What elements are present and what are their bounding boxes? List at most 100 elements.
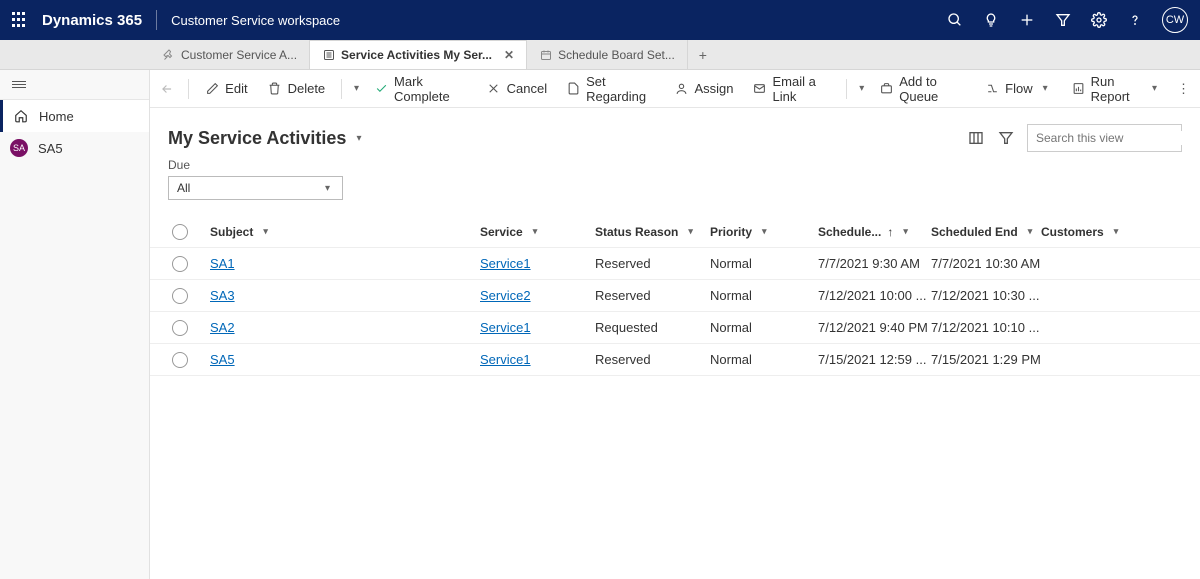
start-cell: 7/7/2021 9:30 AM — [818, 256, 931, 271]
sidebar-item-label: SA5 — [38, 141, 63, 156]
table-row[interactable]: SA1 Service1 ReservedNormal7/7/2021 9:30 A… — [150, 248, 1200, 280]
mark-complete-button[interactable]: Mark Complete — [367, 70, 475, 107]
subject-link[interactable]: SA3 — [210, 288, 235, 303]
subject-link[interactable]: SA5 — [210, 352, 235, 367]
separator — [341, 79, 342, 99]
assign-button[interactable]: Assign — [666, 70, 741, 107]
chevron-down-icon: ▾ — [758, 226, 771, 237]
start-cell: 7/12/2021 10:00 ... — [818, 288, 931, 303]
cmd-label: Delete — [288, 81, 326, 96]
table-row[interactable]: SA3 Service2 ReservedNormal7/12/2021 10:00… — [150, 280, 1200, 312]
cmd-label: Add to Queue — [899, 74, 965, 104]
row-checkbox[interactable] — [172, 256, 188, 272]
table-row[interactable]: SA2Service1RequestedNormal7/12/2021 9:40… — [150, 312, 1200, 344]
status-cell: Reserved — [595, 352, 710, 367]
tab-label: Service Activities My Ser... — [341, 48, 492, 62]
priority-cell: Normal — [710, 256, 818, 271]
chevron-down-icon: ▾ — [1039, 83, 1052, 94]
pencil-icon — [205, 82, 219, 96]
column-header-customers[interactable]: Customers▾ — [1041, 225, 1190, 239]
plus-icon[interactable] — [1018, 11, 1036, 29]
chevron-down-icon[interactable]: ▾ — [855, 83, 868, 94]
email-link-button[interactable]: Email a Link — [745, 70, 838, 107]
priority-cell: Normal — [710, 288, 818, 303]
select-all-checkbox[interactable] — [172, 224, 188, 240]
column-header-service[interactable]: Service▾ — [480, 225, 595, 239]
row-checkbox[interactable] — [172, 320, 188, 336]
due-filter-select[interactable]: All ▾ — [168, 176, 343, 200]
row-checkbox[interactable] — [172, 288, 188, 304]
view-title-selector[interactable]: My Service Activities ▾ — [168, 128, 365, 149]
column-header-priority[interactable]: Priority▾ — [710, 225, 818, 239]
end-cell: 7/15/2021 1:29 PM — [931, 352, 1041, 367]
back-button[interactable] — [160, 82, 180, 96]
cmd-label: Cancel — [507, 81, 547, 96]
run-report-button[interactable]: Run Report ▾ — [1064, 70, 1169, 107]
body: Home SA SA5 Edit Delete ▾ — [0, 70, 1200, 579]
service-link[interactable]: Service1 — [480, 256, 531, 271]
status-cell: Reserved — [595, 256, 710, 271]
more-commands-button[interactable]: ⋮ — [1177, 81, 1190, 97]
sidebar: Home SA SA5 — [0, 70, 150, 579]
gear-icon[interactable] — [1090, 11, 1108, 29]
filter-icon[interactable] — [1054, 11, 1072, 29]
filter-label: Due — [168, 158, 1182, 172]
column-header-scheduled-start[interactable]: Schedule...↑▾ — [818, 225, 931, 239]
row-checkbox[interactable] — [172, 352, 188, 368]
end-cell: 7/7/2021 10:30 AM — [931, 256, 1041, 271]
chevron-down-icon: ▾ — [352, 133, 365, 144]
end-cell: 7/12/2021 10:30 ... — [931, 288, 1041, 303]
flow-button[interactable]: Flow ▾ — [977, 70, 1059, 107]
delete-button[interactable]: Delete — [260, 70, 334, 107]
chevron-down-icon: ▾ — [1024, 226, 1037, 237]
add-to-queue-button[interactable]: Add to Queue — [872, 70, 973, 107]
column-options-icon[interactable] — [967, 129, 985, 147]
main: Edit Delete ▾ Mark Complete Cancel Set R… — [150, 70, 1200, 579]
service-link[interactable]: Service1 — [480, 320, 531, 335]
search-icon[interactable] — [946, 11, 964, 29]
status-cell: Reserved — [595, 288, 710, 303]
sidebar-item-home[interactable]: Home — [0, 100, 149, 132]
close-icon[interactable]: ✕ — [504, 48, 514, 62]
filter-row: Due All ▾ — [150, 158, 1200, 206]
service-link[interactable]: Service1 — [480, 352, 531, 367]
lightbulb-icon[interactable] — [982, 11, 1000, 29]
check-icon — [375, 82, 388, 96]
tab-schedule-board[interactable]: Schedule Board Set... — [527, 40, 688, 69]
priority-cell: Normal — [710, 352, 818, 367]
search-field[interactable] — [1036, 131, 1191, 145]
column-header-status[interactable]: Status Reason▾ — [595, 225, 710, 239]
subject-link[interactable]: SA1 — [210, 256, 235, 271]
sort-asc-icon: ↑ — [887, 225, 893, 239]
chevron-down-icon: ▾ — [899, 226, 912, 237]
home-icon — [13, 108, 29, 124]
cmd-label: Email a Link — [772, 74, 830, 104]
column-header-scheduled-end[interactable]: Scheduled End▾ — [931, 225, 1041, 239]
filter-icon[interactable] — [997, 129, 1015, 147]
cmd-label: Run Report — [1091, 74, 1142, 104]
help-icon[interactable] — [1126, 11, 1144, 29]
table-row[interactable]: SA5Service1ReservedNormal7/15/2021 12:59… — [150, 344, 1200, 376]
tab-label: Customer Service A... — [181, 48, 297, 62]
add-tab-button[interactable]: + — [688, 40, 718, 69]
user-avatar[interactable]: CW — [1162, 7, 1188, 33]
sidebar-item-sa5[interactable]: SA SA5 — [0, 132, 149, 164]
sidebar-toggle[interactable] — [0, 70, 149, 100]
app-launcher-icon[interactable] — [12, 12, 28, 28]
subject-link[interactable]: SA2 — [210, 320, 235, 335]
cancel-button[interactable]: Cancel — [479, 70, 555, 107]
document-icon — [567, 82, 580, 96]
topbar-left: Dynamics 365 Customer Service workspace — [12, 10, 340, 30]
cmd-label: Edit — [225, 81, 247, 96]
flow-icon — [985, 82, 999, 96]
tab-service-activities[interactable]: Service Activities My Ser... ✕ — [310, 40, 527, 69]
tab-customer-service[interactable]: Customer Service A... — [150, 40, 310, 69]
start-cell: 7/12/2021 9:40 PM — [818, 320, 931, 335]
column-header-subject[interactable]: Subject▾ — [200, 225, 480, 239]
edit-button[interactable]: Edit — [197, 70, 255, 107]
chevron-down-icon[interactable]: ▾ — [350, 83, 363, 94]
chevron-down-icon: ▾ — [684, 226, 697, 237]
set-regarding-button[interactable]: Set Regarding — [559, 70, 662, 107]
search-view-input[interactable] — [1027, 124, 1182, 152]
service-link[interactable]: Service2 — [480, 288, 531, 303]
